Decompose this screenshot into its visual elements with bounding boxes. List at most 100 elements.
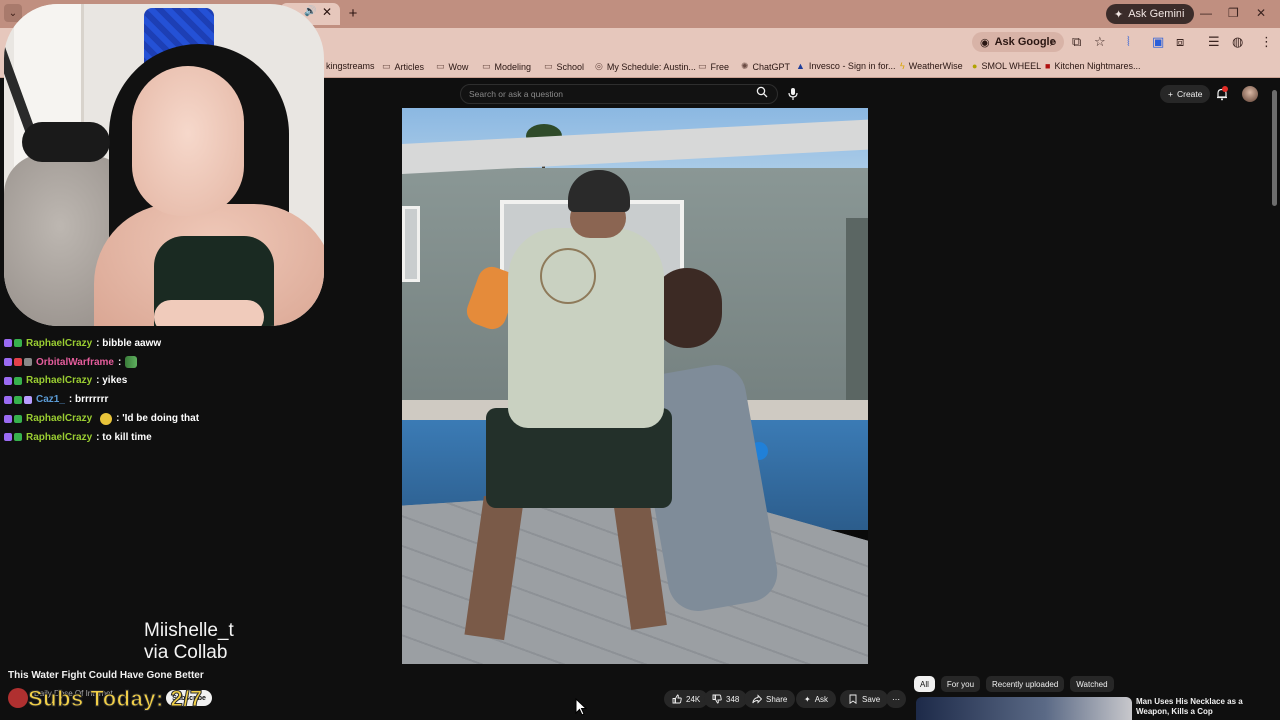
bookmark-label: Kitchen Nightmares... (1054, 61, 1141, 71)
chat-username[interactable]: RaphaelCrazy (26, 338, 92, 349)
ask-gemini-label: Ask Gemini (1128, 8, 1185, 20)
chat-badge-icon (4, 414, 12, 423)
subs-today-overlay: Subs Today: 2/7 (28, 686, 203, 712)
webcam-overlay (4, 4, 324, 326)
chip-all[interactable]: All (914, 676, 935, 692)
chat-badge-icon (4, 395, 12, 404)
kitchen-icon: ■ (1045, 61, 1051, 71)
chat-badge-icon (24, 395, 32, 404)
window-divider: | (1180, 6, 1184, 20)
bookmark-folder[interactable]: ▭ Modeling (482, 61, 531, 72)
screen: ⌄ 🔊 ✕ + ✦ Ask Gemini | — ❐ ✕ ◉ Ask Googl… (0, 0, 1280, 720)
collab-via: via Collab (144, 642, 228, 663)
chat-badge-icon (14, 376, 22, 385)
chat-message: RaphaelCrazy : to kill time (4, 428, 324, 447)
bookmark-item[interactable]: ϟ WeatherWise (900, 61, 963, 71)
video-player[interactable] (402, 108, 868, 664)
bookmark-item[interactable]: ✺ ChatGPT (741, 61, 790, 72)
video-shirt-logo (540, 248, 596, 304)
folder-icon: ▭ (482, 61, 491, 71)
chat-username[interactable]: RaphaelCrazy (26, 413, 92, 424)
bookmark-label: Free (710, 61, 730, 72)
chat-text: : brrrrrrr (68, 394, 109, 406)
save-button[interactable]: Save (840, 690, 889, 708)
menu-kebab-icon[interactable]: ⋮ (1260, 34, 1273, 50)
bookmark-label: ChatGPT (752, 61, 791, 72)
like-count: 24K (686, 694, 701, 704)
bookmark-item[interactable]: ● SMOL WHEEL (972, 61, 1041, 71)
like-button[interactable]: 24K (664, 690, 709, 708)
bookmark-star-icon[interactable]: ☆ (1094, 34, 1106, 50)
bookmark-label: SMOL WHEEL (981, 61, 1042, 71)
dislike-button[interactable]: 348 (704, 690, 748, 708)
bookmark-item[interactable]: ▲ Invesco - Sign in for... (796, 61, 895, 71)
tab-close-icon[interactable]: ✕ (322, 5, 332, 19)
recommendation-chips: All For you Recently uploaded Watched (914, 676, 1114, 692)
chat-badge-icon (4, 376, 12, 385)
bookmark-folder[interactable]: ▭ Free (698, 61, 729, 72)
folder-icon: ▭ (544, 61, 553, 71)
zoom-icon[interactable]: ⌕ (1050, 34, 1057, 50)
bookmark-label: Modeling (494, 61, 532, 72)
chat-badges (4, 376, 22, 385)
chat-username[interactable]: OrbitalWarframe (36, 357, 114, 368)
profile-icon[interactable]: ◍ (1232, 34, 1243, 50)
save-label: Save (862, 694, 881, 704)
webcam-face (132, 66, 244, 216)
extension-sound-icon[interactable]: ⦚ (1127, 34, 1130, 50)
chat-badge-icon (24, 358, 32, 367)
extension-screen-icon[interactable]: ▣ (1152, 34, 1164, 50)
chip-watched[interactable]: Watched (1070, 676, 1114, 692)
chat-badge-icon (4, 339, 12, 348)
bookmark-label: My Schedule: Austin... (606, 61, 696, 72)
chat-message: RaphaelCrazy: yikes (4, 372, 324, 391)
install-app-icon[interactable]: ⧉ (1072, 34, 1081, 50)
channel-avatar[interactable] (8, 688, 28, 708)
bookmark-item[interactable]: kingstreams (326, 61, 375, 71)
page-scrollbar-thumb[interactable] (1272, 90, 1277, 206)
chat-username[interactable]: Caz1_ (36, 394, 65, 405)
chip-recently-uploaded[interactable]: Recently uploaded (986, 676, 1065, 692)
restore-icon[interactable]: ❐ (1228, 6, 1239, 20)
chat-text: : 'Id be doing that (116, 413, 200, 425)
tab-audio-icon[interactable]: 🔊 (304, 6, 316, 17)
bookmark-item[interactable]: ◎ My Schedule: Austin... (595, 61, 696, 72)
bookmark-folder[interactable]: ▭ Wow (436, 61, 468, 72)
search-icon[interactable] (756, 86, 768, 98)
window-close-icon[interactable]: ✕ (1256, 6, 1266, 20)
gemini-sparkle-icon: ✦ (1114, 8, 1124, 21)
lens-icon: ◉ (980, 36, 990, 49)
chat-badge-icon (14, 358, 22, 367)
chat-emote-icon (125, 356, 138, 369)
bookmark-item[interactable]: ■ Kitchen Nightmares... (1045, 61, 1140, 71)
chat-emote-icon (100, 412, 113, 425)
bookmark-folder[interactable]: ▭ Articles (382, 61, 424, 72)
webcam-microphone (22, 122, 110, 162)
share-button[interactable]: Share (744, 690, 796, 708)
video-door (846, 218, 868, 408)
chat-text: : to kill time (96, 431, 152, 443)
new-tab-button[interactable]: + (344, 4, 362, 22)
search-placeholder[interactable]: Search or ask a question (469, 89, 563, 99)
create-button[interactable]: + Create (1160, 85, 1211, 103)
chip-for-you[interactable]: For you (940, 676, 981, 692)
minimize-icon[interactable]: — (1200, 6, 1212, 20)
bookmark-folder[interactable]: ▭ School (544, 61, 584, 72)
microphone-icon[interactable] (787, 87, 799, 101)
extensions-puzzle-icon[interactable]: ⧈ (1176, 34, 1184, 50)
more-actions-button[interactable]: ⋯ (886, 690, 906, 708)
stream-chat: RaphaelCrazy: bibble aaww OrbitalWarframe… (4, 334, 324, 447)
recommended-video-thumbnail[interactable] (916, 697, 1132, 720)
chat-badges (4, 358, 32, 367)
chat-username[interactable]: RaphaelCrazy (26, 432, 92, 443)
chat-message: RaphaelCrazy : 'Id be doing that (4, 409, 324, 428)
chat-badge-icon (14, 339, 22, 348)
side-panel-icon[interactable]: ☰ (1208, 34, 1220, 50)
chat-text: : (117, 356, 122, 368)
collab-overlay: Miishelle_t via Collab (144, 620, 234, 664)
chat-message: Caz1_: brrrrrrr (4, 390, 324, 409)
account-avatar[interactable] (1242, 86, 1258, 102)
chat-username[interactable]: RaphaelCrazy (26, 375, 92, 386)
recommended-video-title[interactable]: Man Uses His Necklace as a Weapon, Kills… (1136, 697, 1264, 717)
ask-button[interactable]: ✦ Ask (796, 690, 837, 708)
